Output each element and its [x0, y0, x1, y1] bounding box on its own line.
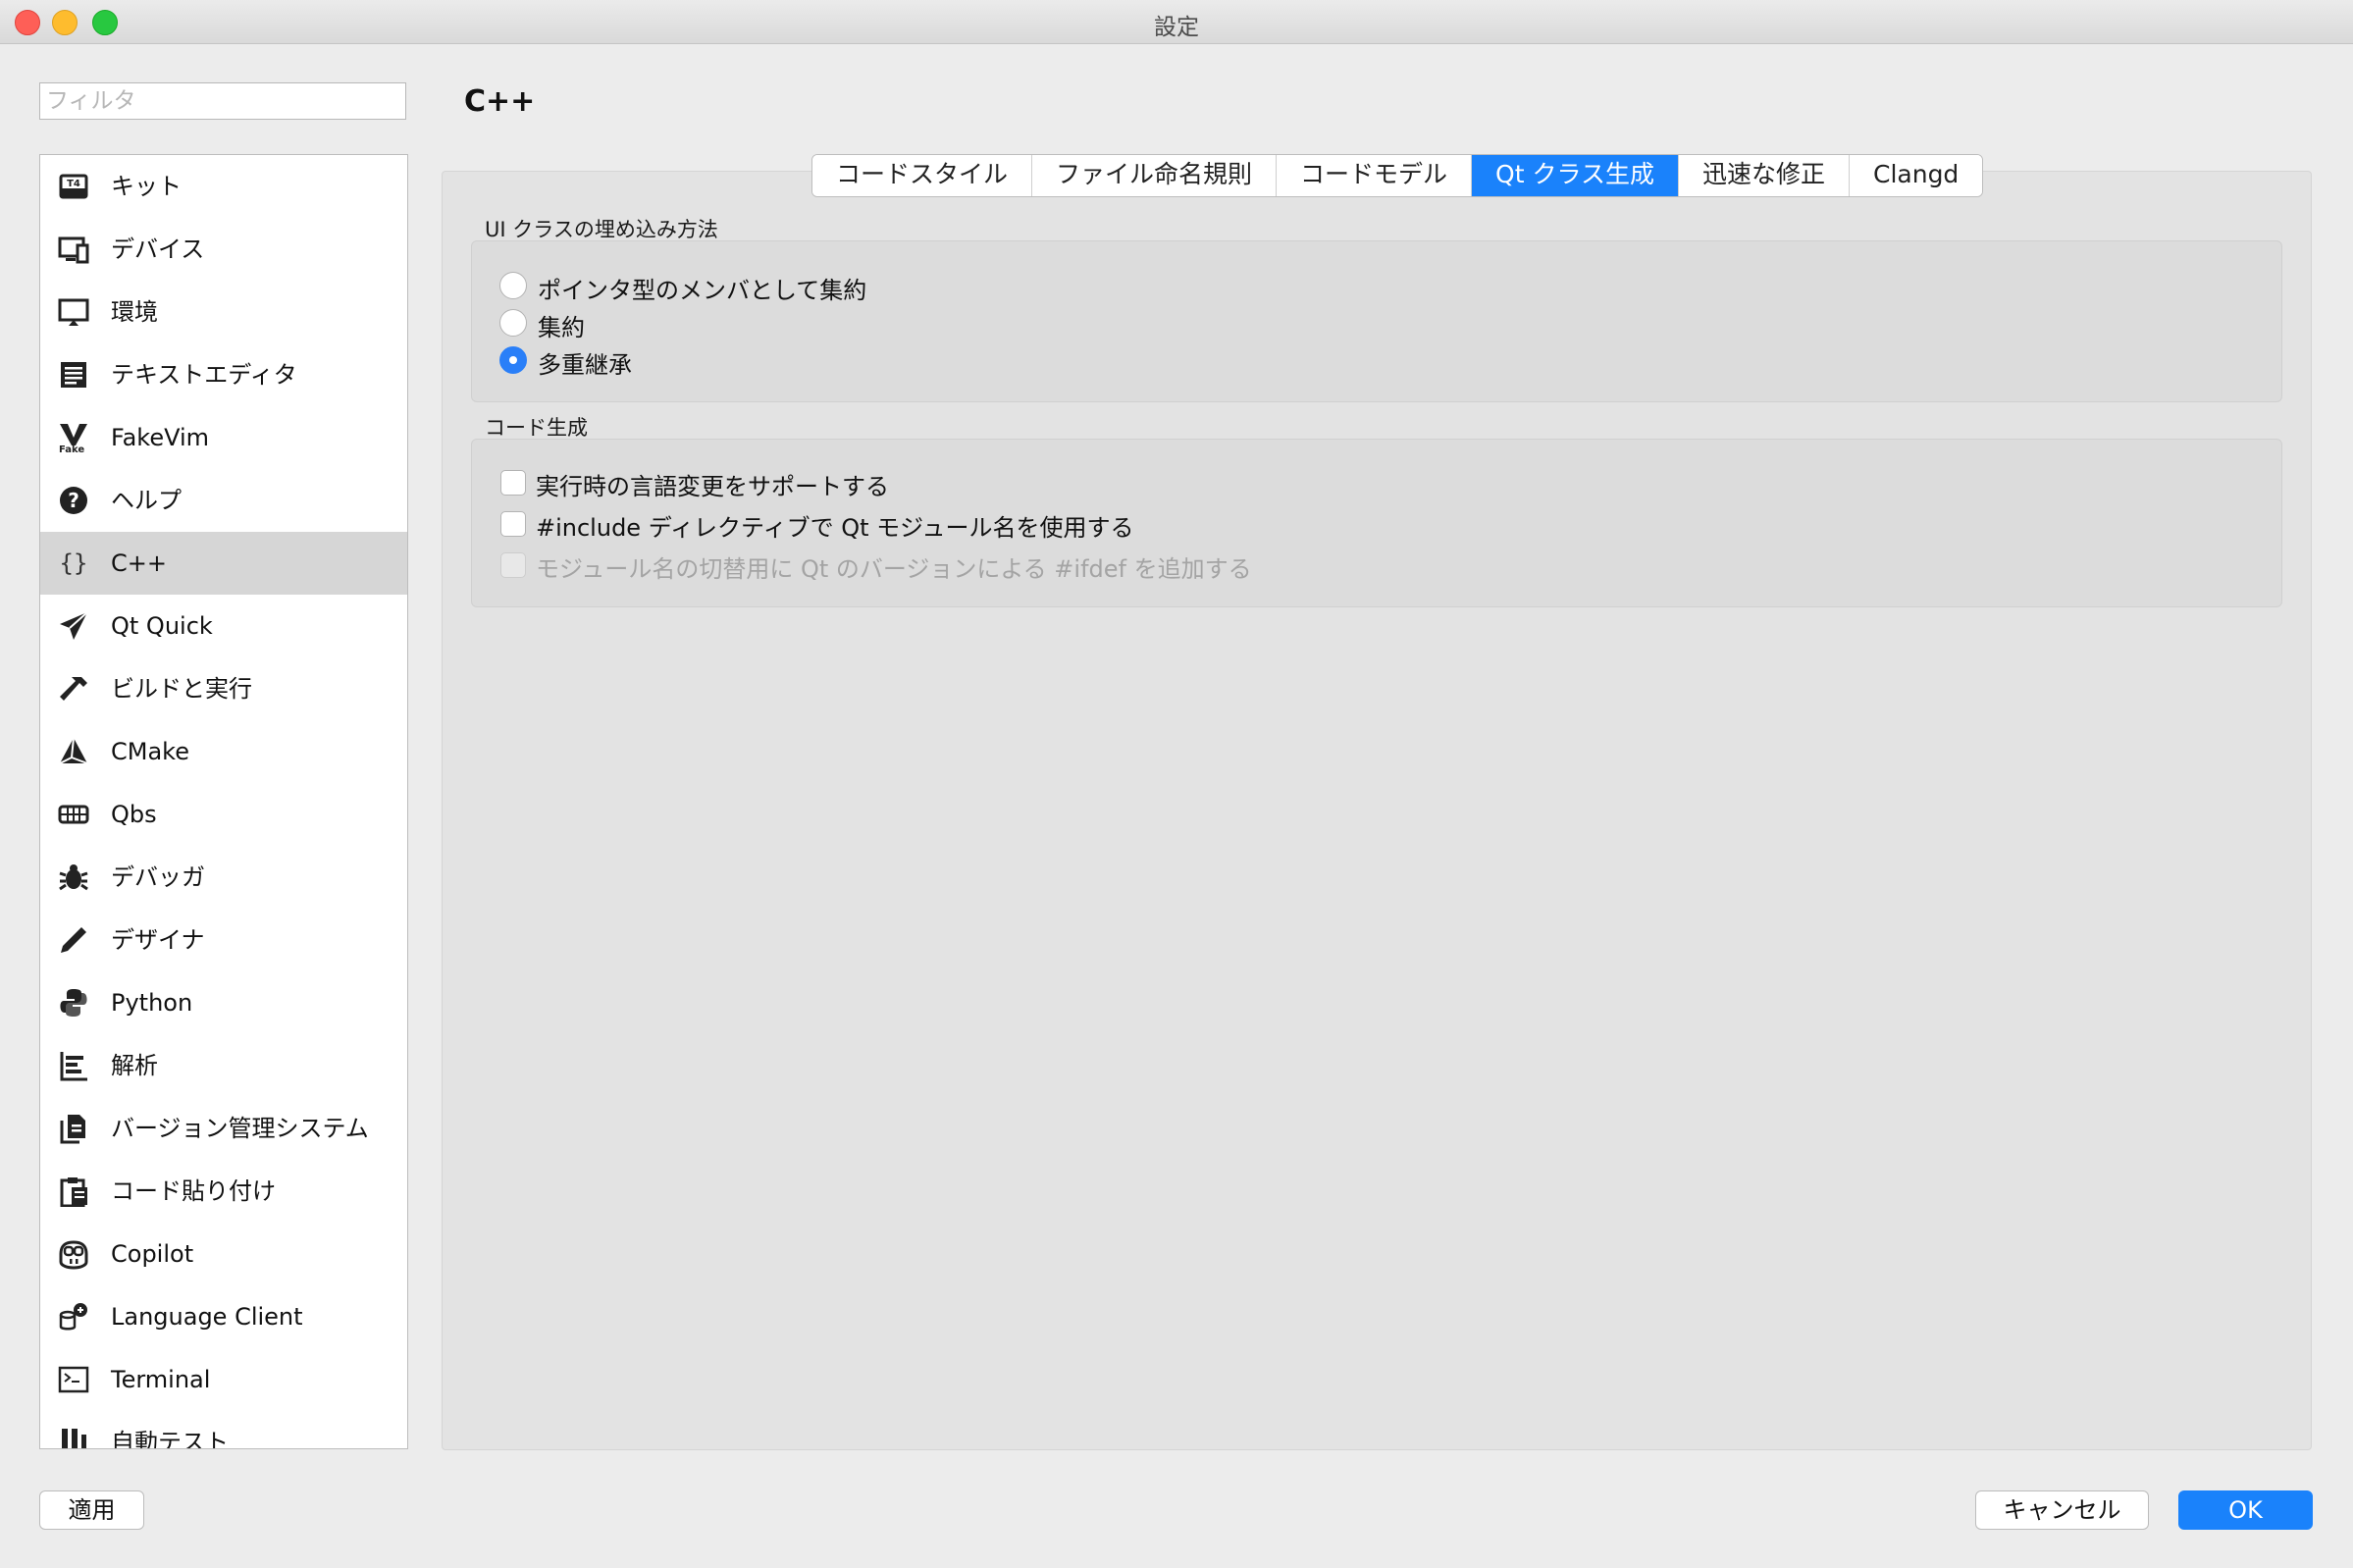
monitor-icon — [58, 298, 89, 326]
tab-qt-class-generation[interactable]: Qt クラス生成 — [1472, 155, 1679, 196]
sidebar-item-label: Terminal — [111, 1366, 211, 1393]
sidebar-item-build-run[interactable]: ビルドと実行 — [40, 657, 407, 720]
sidebar-item-label: テキストエディタ — [111, 361, 297, 389]
codegen-group-label: コード生成 — [485, 416, 588, 440]
braces-icon: {} — [60, 549, 88, 577]
terminal-icon — [58, 1366, 89, 1393]
apply-button[interactable]: 適用 — [39, 1490, 144, 1530]
tab-code-style[interactable]: コードスタイル — [812, 155, 1033, 196]
radio-aggregate-pointer[interactable] — [499, 272, 527, 299]
checkbox-retranslation-support-label[interactable]: 実行時の言語変更をサポートする — [536, 467, 889, 501]
pencil-icon — [61, 927, 86, 953]
sidebar-item-label: デバッガ — [111, 863, 205, 891]
help-icon: ? — [60, 487, 87, 514]
sidebar-item-label: デバイス — [111, 235, 205, 263]
sidebar-item-label: キット — [111, 173, 182, 200]
svg-text:T4: T4 — [67, 179, 80, 189]
analyze-icon — [60, 1052, 87, 1081]
sidebar-item-language-client[interactable]: Language Client — [40, 1285, 407, 1348]
sidebar-item-label: ヘルプ — [111, 487, 182, 514]
sidebar-item-label: Qt Quick — [111, 612, 213, 640]
sidebar-item-fakevim[interactable]: Fake FakeVim — [40, 406, 407, 469]
sidebar-item-label: 環境 — [111, 298, 158, 326]
sidebar-item-label: 解析 — [111, 1052, 158, 1079]
sidebar-item-help[interactable]: ? ヘルプ — [40, 469, 407, 532]
checkbox-include-qt-module-label[interactable]: #include ディレクティブで Qt モジュール名を使用する — [536, 508, 1133, 543]
checkbox-add-qt-version-ifdef — [500, 552, 526, 578]
sidebar-item-text-editor[interactable]: テキストエディタ — [40, 343, 407, 406]
embedding-group-label: UI クラスの埋め込み方法 — [485, 218, 718, 241]
checkbox-include-qt-module[interactable] — [500, 511, 526, 537]
sidebar-item-label: 自動テスト — [111, 1429, 229, 1449]
tab-file-naming[interactable]: ファイル命名規則 — [1032, 155, 1278, 196]
bug-icon — [59, 864, 88, 891]
sidebar-item-qt-quick[interactable]: Qt Quick — [40, 595, 407, 657]
kit-icon: T4 — [59, 174, 88, 199]
sidebar-item-autotest[interactable]: 自動テスト — [40, 1411, 407, 1449]
sidebar-item-copilot[interactable]: Copilot — [40, 1223, 407, 1285]
sidebar-item-label: Language Client — [111, 1303, 303, 1331]
cmake-icon — [59, 737, 88, 764]
fakevim-icon: Fake — [59, 424, 87, 453]
sidebar-item-kit[interactable]: T4 キット — [40, 155, 407, 218]
sidebar-item-label: ビルドと実行 — [111, 675, 252, 703]
cancel-button[interactable]: キャンセル — [1975, 1490, 2149, 1530]
svg-text:?: ? — [68, 489, 79, 512]
sidebar-item-label: Qbs — [111, 801, 157, 828]
sidebar-item-cmake[interactable]: CMake — [40, 720, 407, 783]
sidebar-item-cpp[interactable]: {} C++ — [40, 532, 407, 595]
checkbox-retranslation-support[interactable] — [500, 470, 526, 496]
sidebar-item-label: CMake — [111, 738, 189, 765]
radio-aggregate-pointer-label[interactable]: ポインタ型のメンバとして集約 — [538, 271, 866, 305]
language-client-icon — [59, 1303, 87, 1331]
checkbox-add-qt-version-ifdef-label: モジュール名の切替用に Qt のバージョンによる #ifdef を追加する — [536, 555, 1252, 583]
sidebar-item-designer[interactable]: デザイナ — [40, 909, 407, 971]
sidebar-item-label: Python — [111, 989, 193, 1017]
sidebar-item-label: バージョン管理システム — [111, 1115, 369, 1142]
radio-multiple-inheritance-label[interactable]: 多重継承 — [538, 345, 632, 380]
clipboard-icon — [60, 1177, 87, 1207]
settings-window: 設定 フィルタ T4 キット デバイス 環境 テキストエディタ Fake Fak… — [0, 0, 2353, 1568]
sidebar-item-label: デザイナ — [111, 926, 205, 954]
tab-code-model[interactable]: コードモデル — [1277, 155, 1473, 196]
page-title: C++ — [464, 84, 536, 119]
text-editor-icon — [61, 362, 86, 388]
tab-clangd[interactable]: Clangd — [1850, 155, 1983, 196]
radio-multiple-inheritance[interactable] — [499, 346, 527, 374]
sidebar-item-label: コード貼り付け — [111, 1177, 276, 1205]
tab-quick-fixes[interactable]: 迅速な修正 — [1678, 155, 1850, 196]
window-title: 設定 — [1154, 15, 1199, 40]
sidebar-item-qbs[interactable]: Qbs — [40, 783, 407, 846]
title-bar: 設定 — [0, 0, 2353, 44]
svg-text:Fake: Fake — [59, 444, 84, 453]
sidebar-item-terminal[interactable]: Terminal — [40, 1348, 407, 1411]
paper-plane-icon — [60, 611, 88, 640]
sidebar-item-debugger[interactable]: デバッガ — [40, 846, 407, 909]
sidebar-item-label: Copilot — [111, 1240, 194, 1268]
qbs-icon — [58, 805, 89, 824]
sidebar-item-code-paste[interactable]: コード貼り付け — [40, 1160, 407, 1223]
sidebar-item-environment[interactable]: 環境 — [40, 281, 407, 343]
python-icon — [60, 989, 87, 1017]
hammer-icon — [60, 677, 87, 701]
sidebar-item-devices[interactable]: デバイス — [40, 218, 407, 281]
copilot-icon — [59, 1240, 88, 1270]
embedding-group — [471, 240, 2282, 402]
sidebar-item-label: C++ — [111, 549, 167, 577]
settings-category-list[interactable]: T4 キット デバイス 環境 テキストエディタ Fake FakeVim ? ヘ… — [39, 154, 408, 1449]
ok-button[interactable]: OK — [2178, 1490, 2313, 1530]
radio-aggregate-label[interactable]: 集約 — [538, 308, 585, 342]
filter-input[interactable]: フィルタ — [39, 82, 406, 120]
sidebar-item-label: FakeVim — [111, 424, 210, 451]
version-control-icon — [60, 1115, 85, 1144]
sidebar-item-analyze[interactable]: 解析 — [40, 1034, 407, 1097]
sidebar-item-python[interactable]: Python — [40, 971, 407, 1034]
sidebar-item-version-control[interactable]: バージョン管理システム — [40, 1097, 407, 1160]
radio-aggregate[interactable] — [499, 309, 527, 337]
device-icon — [58, 236, 89, 264]
tab-bar: コードスタイル ファイル命名規則 コードモデル Qt クラス生成 迅速な修正 C… — [811, 154, 1984, 197]
svg-text:{}: {} — [60, 549, 88, 577]
flask-icon — [62, 1429, 86, 1448]
